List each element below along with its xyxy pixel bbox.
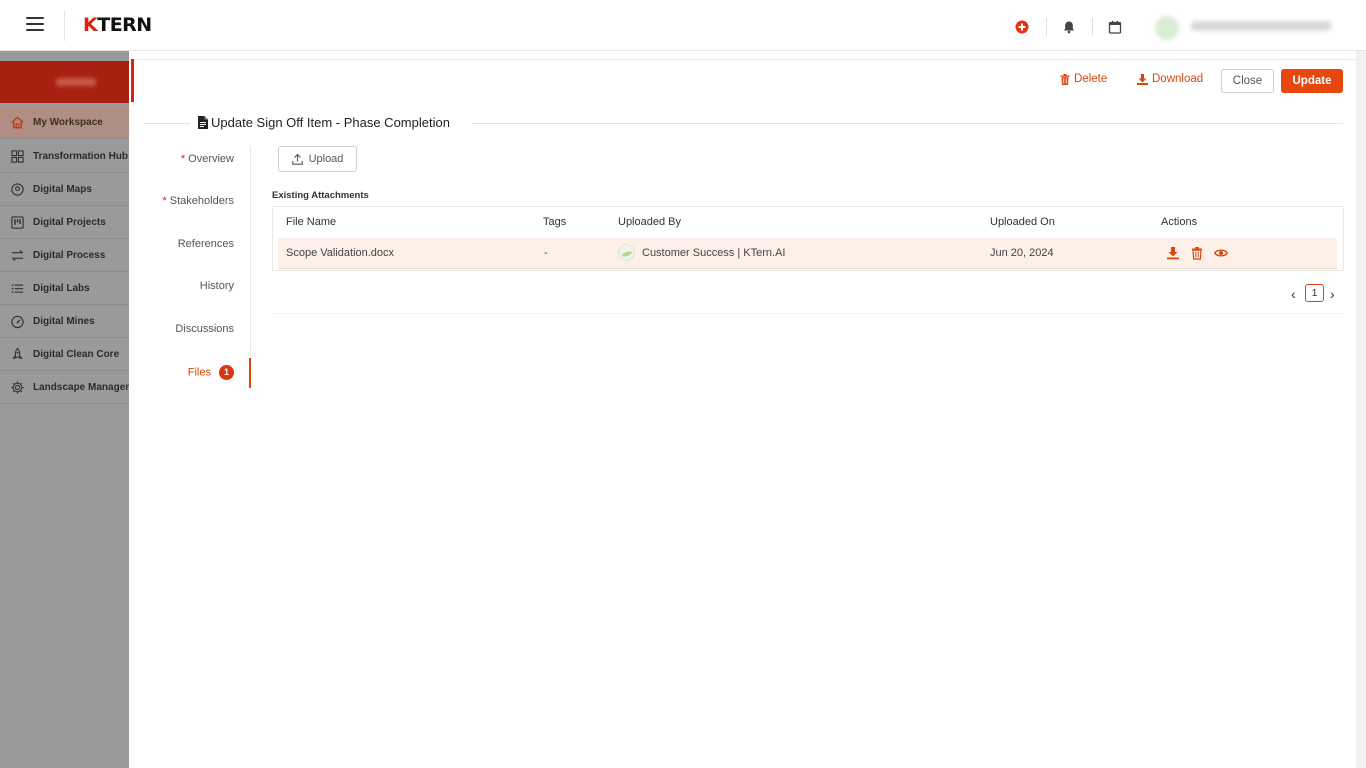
- pagination-prev[interactable]: ‹: [1291, 286, 1296, 302]
- panel-accent-bar: [131, 59, 134, 102]
- attachments-table: File Name Tags Uploaded By Uploaded On A…: [272, 206, 1344, 271]
- tab-files[interactable]: Files 1: [188, 365, 234, 380]
- trash-icon: [1060, 73, 1070, 85]
- topbar-separator: [1092, 18, 1093, 36]
- files-count-badge: 1: [219, 365, 234, 380]
- sidebar-header-blurred: [56, 78, 96, 86]
- ktern-logo[interactable]: KTERN: [83, 14, 152, 36]
- tab-discussions[interactable]: Discussions: [175, 323, 234, 335]
- tab-overview[interactable]: * Overview: [181, 153, 234, 165]
- sign-off-panel: Delete Download Close Update Update Sign…: [129, 51, 1356, 768]
- column-header-tags[interactable]: Tags: [543, 216, 566, 228]
- content-bottom-divider: [272, 313, 1344, 314]
- document-icon: [198, 116, 208, 129]
- column-header-uploaded-on[interactable]: Uploaded On: [990, 216, 1055, 228]
- existing-attachments-label: Existing Attachments: [272, 190, 369, 201]
- sidebar-item-landscape-management[interactable]: Landscape Managen: [0, 371, 129, 404]
- rocket-icon: [12, 347, 23, 359]
- download-icon: [1137, 73, 1148, 85]
- uploaded-on-cell: Jun 20, 2024: [990, 247, 1054, 259]
- row-download-icon[interactable]: [1166, 246, 1180, 260]
- hamburger-menu-icon[interactable]: [26, 17, 44, 33]
- map-pin-icon: [11, 182, 24, 196]
- sidebar-item-digital-labs[interactable]: Digital Labs: [0, 272, 129, 305]
- file-name-cell[interactable]: Scope Validation.docx: [286, 247, 394, 259]
- title-divider-right: [472, 123, 1343, 124]
- update-button[interactable]: Update: [1281, 69, 1343, 93]
- pagination-next[interactable]: ›: [1330, 286, 1335, 302]
- gear-icon: [11, 380, 24, 394]
- column-header-actions: Actions: [1161, 216, 1198, 228]
- avatar: [1155, 16, 1179, 40]
- user-profile[interactable]: [1155, 14, 1335, 40]
- upload-button[interactable]: Upload: [278, 146, 357, 172]
- sidebar-item-digital-clean-core[interactable]: Digital Clean Core: [0, 338, 129, 371]
- grid-icon: [11, 149, 24, 163]
- pagination-page-1[interactable]: 1: [1305, 284, 1324, 302]
- page-title: Update Sign Off Item - Phase Completion: [211, 115, 450, 130]
- column-header-file-name[interactable]: File Name: [286, 216, 336, 228]
- sidebar-item-digital-mines[interactable]: Digital Mines: [0, 305, 129, 338]
- tab-stakeholders[interactable]: * Stakeholders: [163, 195, 235, 207]
- active-tab-indicator: [249, 358, 251, 388]
- home-icon: [11, 115, 24, 128]
- sidebar-header: [0, 61, 129, 103]
- vertical-scrollbar[interactable]: [1356, 51, 1366, 768]
- topbar-divider: [64, 10, 65, 41]
- topbar-separator: [1046, 18, 1047, 36]
- calendar-icon[interactable]: [1107, 19, 1123, 35]
- flow-arrows-icon: [11, 249, 24, 261]
- bell-icon[interactable]: [1061, 19, 1077, 35]
- uploaded-by-cell: Customer Success | KTern.AI: [618, 244, 785, 261]
- sidebar-item-my-workspace[interactable]: My Workspace: [0, 106, 129, 139]
- row-delete-icon[interactable]: [1190, 246, 1204, 260]
- tags-cell: -: [544, 247, 548, 259]
- tab-references[interactable]: References: [178, 238, 234, 250]
- sidebar-item-digital-maps[interactable]: Digital Maps: [0, 173, 129, 206]
- column-header-uploaded-by[interactable]: Uploaded By: [618, 216, 681, 228]
- upload-icon: [291, 153, 303, 165]
- sidebar-item-transformation-hub[interactable]: Transformation Hub: [0, 140, 129, 173]
- download-button[interactable]: Download: [1137, 73, 1203, 85]
- tabs-divider: [250, 146, 251, 389]
- sidebar: My Workspace Transformation Hub Digital …: [0, 51, 129, 768]
- delete-button[interactable]: Delete: [1060, 73, 1107, 85]
- tab-history[interactable]: History: [200, 280, 234, 292]
- top-bar: KTERN: [0, 0, 1366, 51]
- close-button[interactable]: Close: [1221, 69, 1274, 93]
- sidebar-item-digital-process[interactable]: Digital Process: [0, 239, 129, 272]
- user-name-blurred: [1191, 21, 1331, 31]
- page-title-row: Update Sign Off Item - Phase Completion: [143, 114, 1343, 132]
- row-view-icon[interactable]: [1214, 246, 1228, 260]
- uploader-avatar: [618, 244, 635, 261]
- gauge-icon: [11, 315, 24, 328]
- sidebar-item-digital-projects[interactable]: Digital Projects: [0, 206, 129, 239]
- table-row[interactable]: Scope Validation.docx - Customer Success…: [278, 238, 1337, 269]
- kanban-icon: [11, 215, 24, 229]
- title-divider-left: [143, 123, 190, 124]
- list-icon: [11, 283, 24, 293]
- panel-top-border: [134, 59, 1356, 60]
- add-circle-icon[interactable]: [1014, 19, 1030, 35]
